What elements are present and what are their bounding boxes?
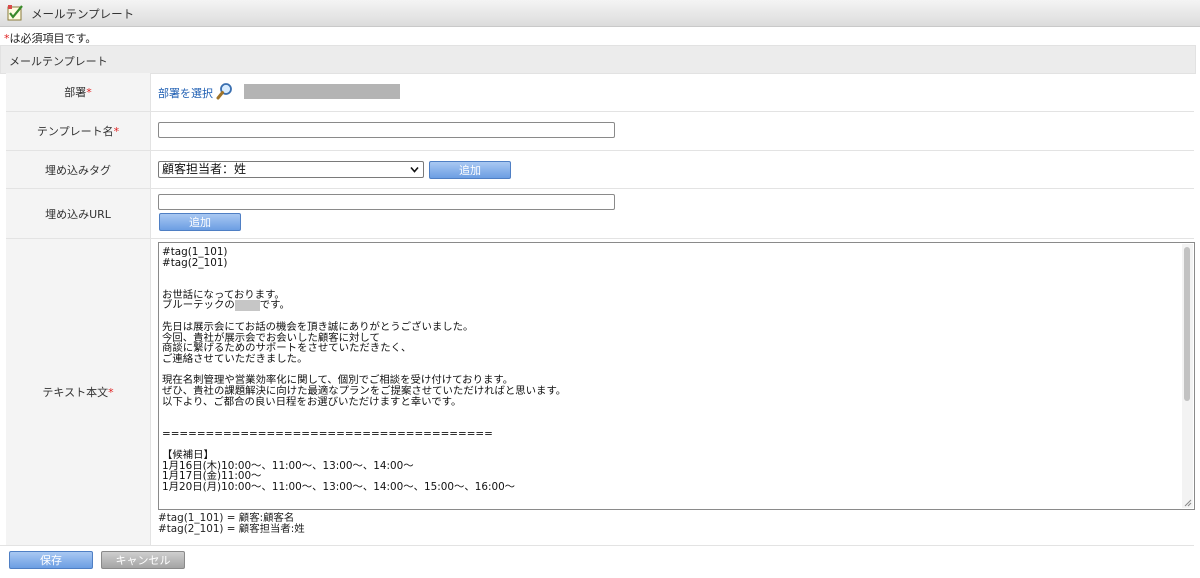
required-note: *は必須項目です。 xyxy=(4,32,97,45)
tag-note-line: #tag(2_101) = 顧客担当者:姓 xyxy=(158,523,305,535)
body-text-line: ご連絡させていただきました。 xyxy=(162,352,308,365)
department-label: 部署 * xyxy=(6,73,151,111)
add-url-button[interactable]: 追加 xyxy=(159,213,241,231)
body-text: #tag(1_101) #tag(2_101) お世話になっております。 ブルーテック… xyxy=(162,247,566,493)
body-text-line: ブルーテックの です。 xyxy=(162,299,290,312)
body-text-line: 以下より、ご都合の良い日程をお選びいただけますと幸いです。 xyxy=(162,395,462,408)
scrollbar-thumb[interactable] xyxy=(1184,247,1190,401)
department-value-redacted xyxy=(244,84,400,99)
embed-tag-select[interactable]: 顧客担当者：姓 xyxy=(158,161,424,178)
embed-tag-label: 埋め込みタグ xyxy=(6,151,151,188)
body-label: テキスト本文 * xyxy=(6,239,151,545)
window-title: メールテンプレート xyxy=(31,7,135,21)
department-row: 部署 * 部署を選択 xyxy=(6,73,1194,112)
body-text-line: #tag(2_101) xyxy=(162,256,228,269)
add-tag-button[interactable]: 追加 xyxy=(429,161,511,179)
tag-notes: #tag(1_101) = 顧客:顧客名 #tag(2_101) = 顧客担当者… xyxy=(158,513,305,535)
embed-url-label: 埋め込みURL xyxy=(6,189,151,238)
body-text-line xyxy=(162,407,566,418)
save-button[interactable]: 保存 xyxy=(9,551,93,569)
template-name-label: テンプレート名 * xyxy=(6,112,151,150)
template-edit-icon xyxy=(7,5,23,21)
section-header: メールテンプレート xyxy=(0,45,1196,74)
body-text-line xyxy=(162,439,566,450)
body-text-line xyxy=(162,268,566,279)
chevron-down-icon xyxy=(410,166,419,173)
body-scrollbar[interactable] xyxy=(1182,244,1193,508)
body-text-line: 1月20日(月)10:00～、11:00～、13:00～、14:00～、15:0… xyxy=(162,481,516,494)
embed-url-row: 埋め込みURL 追加 xyxy=(6,189,1194,239)
redacted-name xyxy=(234,300,260,312)
body-text-line: ====================================== xyxy=(162,427,493,440)
cancel-button[interactable]: キャンセル xyxy=(101,551,185,569)
body-text-line: 先日は展示会にてお話の機会を頂き誠にありがとうございました。 xyxy=(162,320,474,333)
select-department-link[interactable]: 部署を選択 xyxy=(158,85,213,101)
body-row: テキスト本文 * #tag(1_101) #tag(2_101) お世話になっておりま… xyxy=(6,239,1195,546)
template-name-input[interactable] xyxy=(158,122,615,138)
magnifier-icon[interactable] xyxy=(216,82,234,100)
embed-tag-row: 埋め込みタグ 顧客担当者：姓 追加 xyxy=(6,151,1194,189)
window-titlebar: メールテンプレート xyxy=(0,0,1200,27)
resize-grip-icon[interactable] xyxy=(1184,499,1192,507)
section-title: メールテンプレート xyxy=(9,55,108,68)
action-bar: 保存 キャンセル xyxy=(0,545,1194,576)
embed-url-input[interactable] xyxy=(158,194,615,210)
template-name-row: テンプレート名 * xyxy=(6,112,1194,151)
body-textarea[interactable]: #tag(1_101) #tag(2_101) お世話になっております。 ブルーテック… xyxy=(158,242,1195,510)
